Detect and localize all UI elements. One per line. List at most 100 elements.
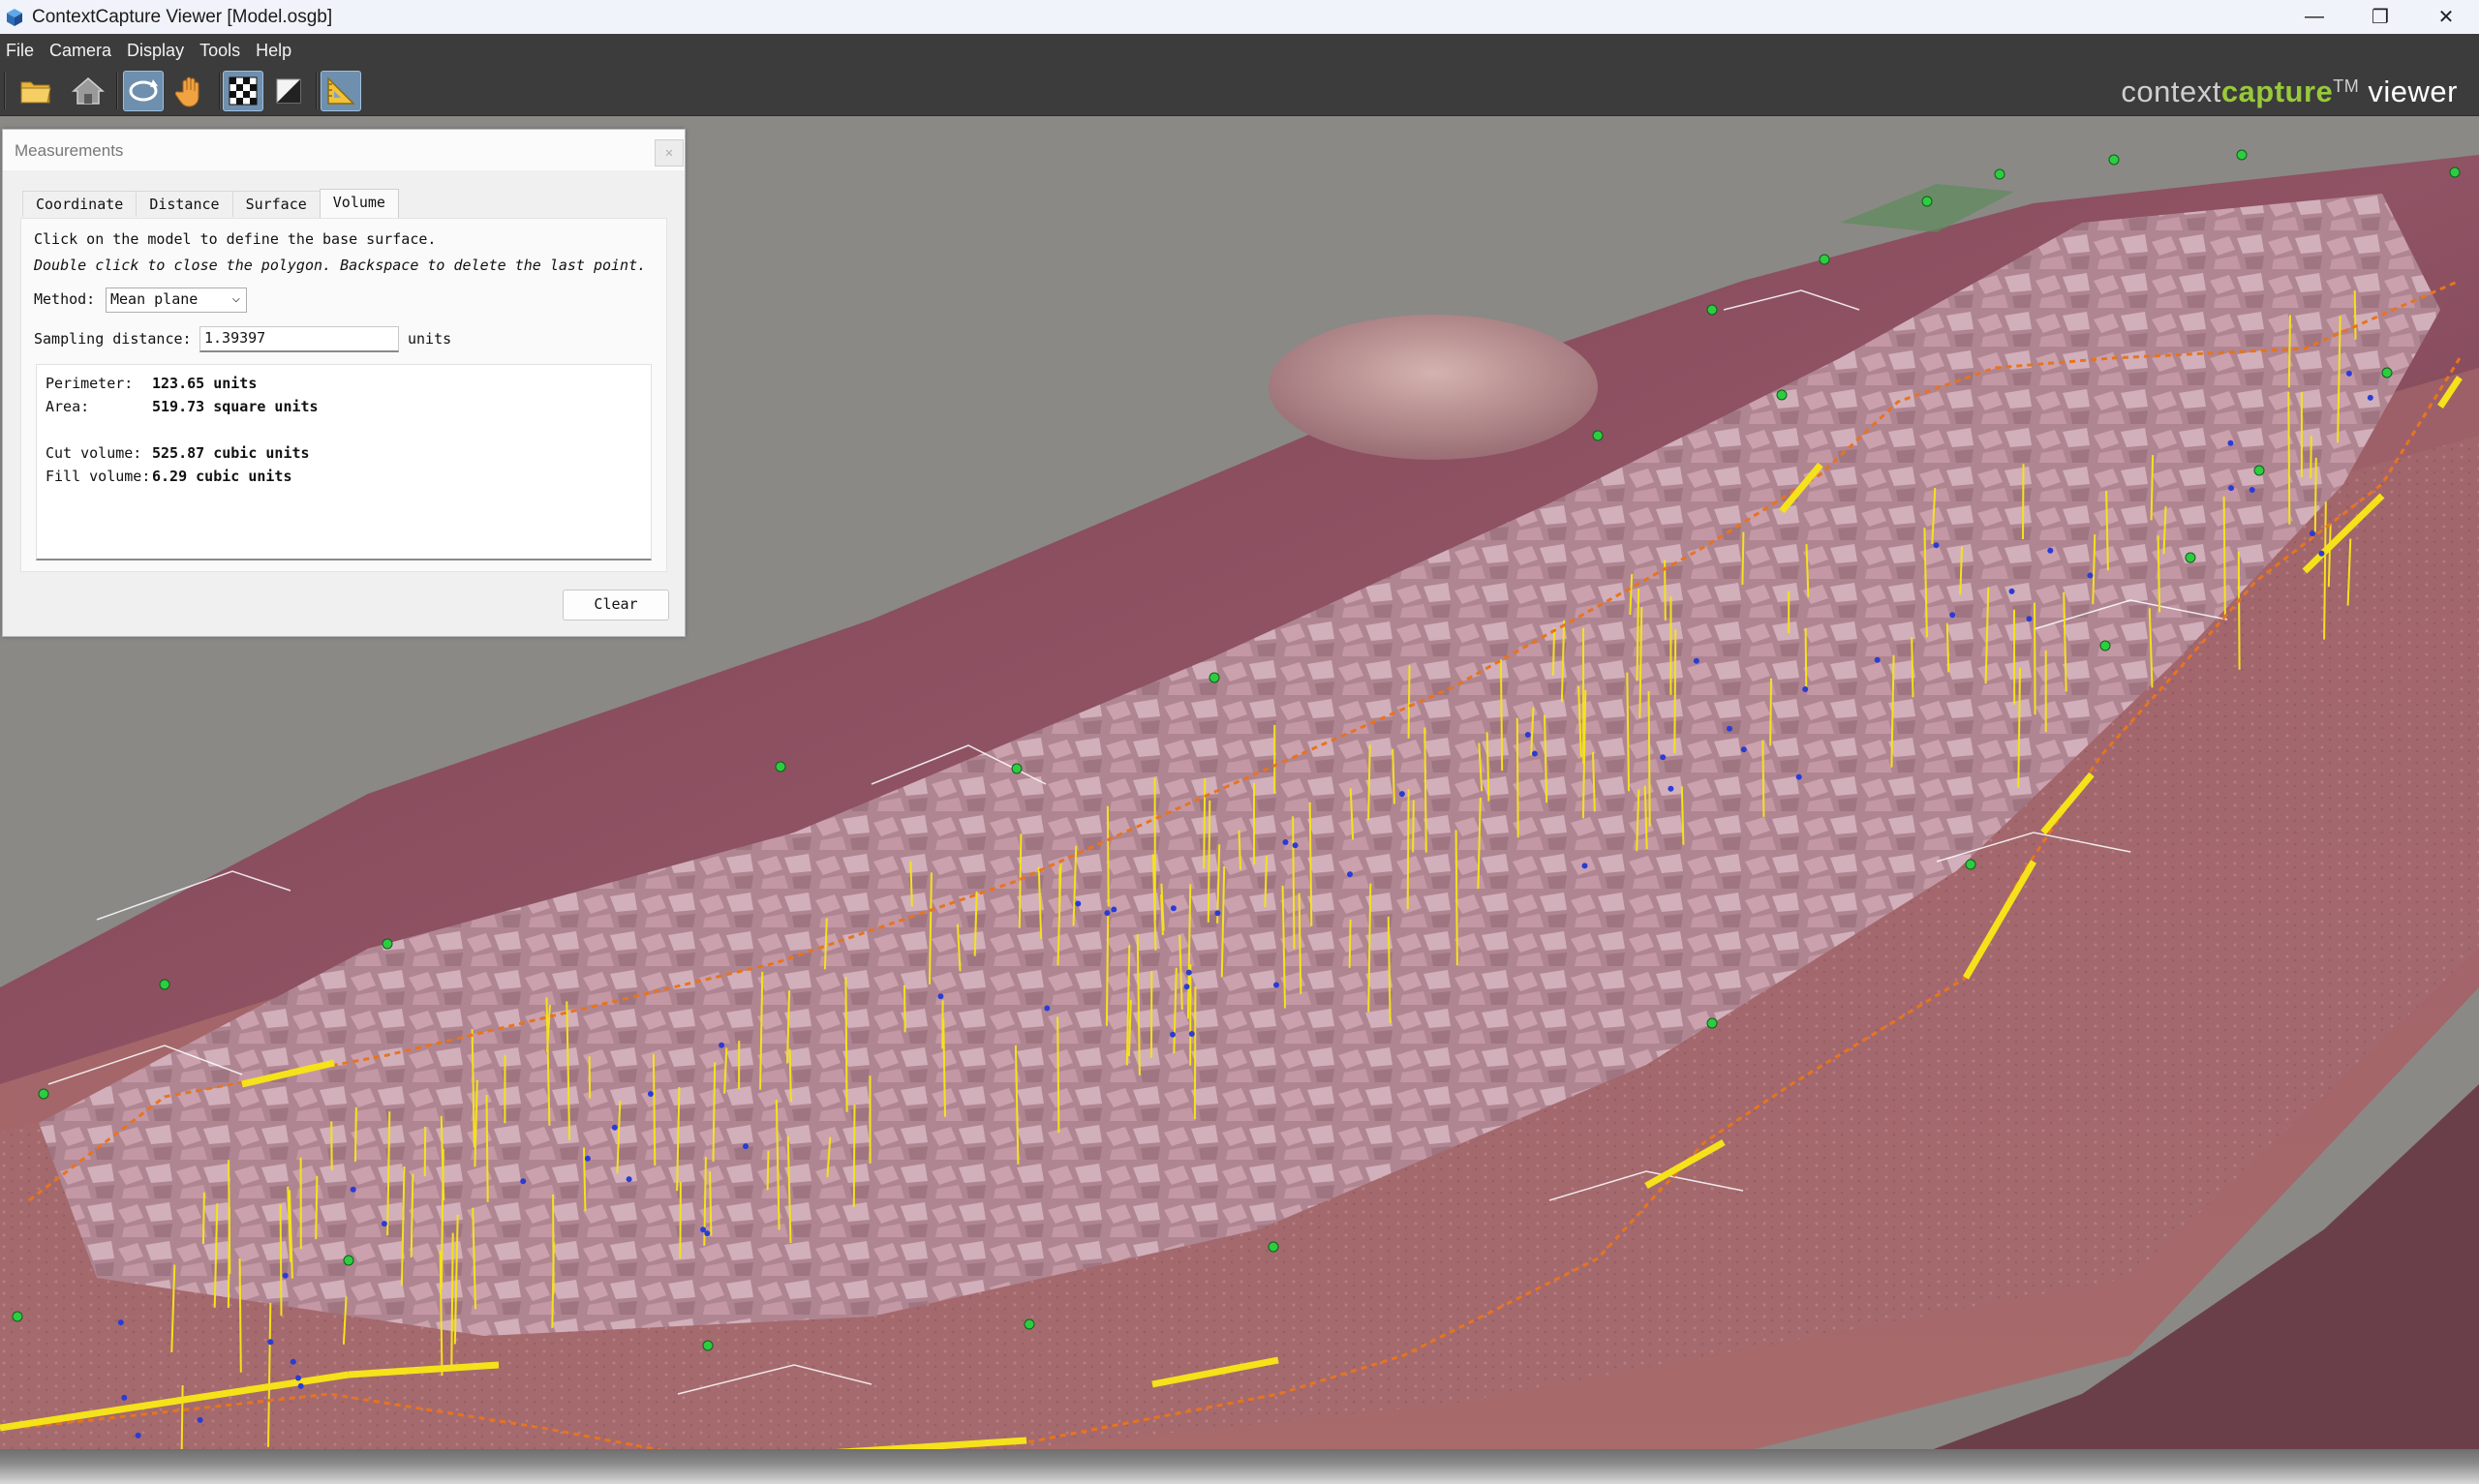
toolbar-grip <box>4 73 6 109</box>
cut-line <box>588 1056 592 1099</box>
cut-volume-row: Cut volume: 525.87 cubic units <box>46 444 310 462</box>
fill-volume-row: Fill volume: 6.29 cubic units <box>46 468 292 485</box>
sample-point <box>1668 785 1674 792</box>
cut-line <box>2353 290 2357 340</box>
measure-ruler-icon <box>327 76 355 105</box>
polygon-vertex <box>1776 389 1788 401</box>
sampling-distance-input[interactable]: 1.39397 <box>199 326 399 352</box>
minimize-button[interactable]: — <box>2281 0 2347 34</box>
sample-point <box>743 1143 749 1150</box>
open-button[interactable] <box>15 71 56 111</box>
sample-point <box>121 1394 128 1401</box>
polygon-vertex <box>1268 1241 1279 1253</box>
cut-line <box>1769 678 1772 746</box>
polygon-vertex <box>1024 1318 1035 1330</box>
rock-mound <box>1269 315 1598 460</box>
sample-point <box>295 1375 301 1381</box>
sample-point <box>1183 984 1190 990</box>
cut-line <box>1292 816 1296 950</box>
menu-file[interactable]: File <box>0 34 42 67</box>
sample-point <box>2367 394 2373 401</box>
sample-point <box>1214 910 1221 917</box>
cut-volume-value: 525.87 cubic units <box>152 444 310 462</box>
fill-volume-label: Fill volume: <box>46 468 151 485</box>
toolbar-separator <box>316 73 318 109</box>
clear-button[interactable]: Clear <box>563 590 669 621</box>
pan-button[interactable] <box>170 71 211 111</box>
menu-display[interactable]: Display <box>119 34 192 67</box>
menu-help[interactable]: Help <box>248 34 299 67</box>
method-select[interactable]: Mean plane ⌵ <box>106 288 247 313</box>
texture-toggle-button[interactable] <box>223 71 263 111</box>
cut-line <box>652 1053 657 1166</box>
toolbar-separator <box>219 73 221 109</box>
restore-button[interactable]: ❐ <box>2347 0 2413 34</box>
polygon-vertex <box>1994 168 2005 180</box>
cut-line <box>1412 800 1415 853</box>
sample-point <box>350 1186 356 1193</box>
polygon-vertex <box>343 1255 354 1266</box>
sample-point <box>297 1382 304 1389</box>
sample-point <box>290 1358 296 1365</box>
perimeter-label: Perimeter: <box>46 375 134 392</box>
chevron-down-icon: ⌵ <box>231 290 240 306</box>
polygon-vertex <box>382 938 393 950</box>
sample-point <box>1740 746 1747 753</box>
tab-volume[interactable]: Volume <box>319 189 399 218</box>
cut-line <box>852 1105 856 1208</box>
cut-line <box>709 1171 713 1236</box>
menu-camera[interactable]: Camera <box>42 34 119 67</box>
close-window-button[interactable]: ✕ <box>2413 0 2479 34</box>
lighting-button[interactable] <box>268 71 309 111</box>
panel-title: Measurements <box>3 130 685 170</box>
measurement-tabs: Coordinate Distance Surface Volume <box>22 189 399 218</box>
perimeter-row: Perimeter: 123.65 units <box>46 375 257 392</box>
sample-point <box>1111 906 1117 913</box>
measurements-button[interactable] <box>321 71 361 111</box>
cut-line <box>1911 637 1914 698</box>
orbit-button[interactable] <box>123 71 164 111</box>
cut-line <box>1407 665 1411 739</box>
polygon-vertex <box>2236 149 2248 161</box>
cut-line <box>450 1232 454 1368</box>
cut-line <box>1056 1016 1060 1134</box>
polygon-vertex <box>1209 672 1220 683</box>
cut-line <box>903 984 906 1033</box>
cut-line <box>1193 985 1197 1120</box>
polygon-vertex <box>1921 196 1933 207</box>
menu-tools[interactable]: Tools <box>192 34 248 67</box>
toolbar: contextcaptureTM viewer <box>0 67 2479 116</box>
polygon-vertex <box>2381 367 2393 379</box>
sample-point <box>1292 842 1299 849</box>
sample-point <box>1273 982 1279 988</box>
cut-line <box>583 1147 587 1212</box>
sample-point <box>381 1221 387 1227</box>
sample-point <box>1531 750 1538 757</box>
cut-line <box>2237 551 2241 670</box>
cut-line <box>1741 531 1745 586</box>
cut-line <box>2287 391 2291 525</box>
brand-viewer: viewer <box>2359 75 2458 108</box>
cut-line <box>1106 805 1110 907</box>
cut-line <box>279 1204 283 1317</box>
cut-line <box>2022 464 2025 540</box>
status-strip <box>0 1449 2479 1484</box>
tab-distance[interactable]: Distance <box>136 191 233 217</box>
sample-point <box>520 1178 527 1185</box>
home-button[interactable] <box>68 71 108 111</box>
sample-point <box>719 1042 725 1048</box>
perimeter-value: 123.65 units <box>152 375 258 392</box>
sample-point <box>1044 1005 1051 1012</box>
sample-point <box>2228 485 2234 492</box>
polygon-vertex <box>159 979 170 990</box>
sample-point <box>937 993 944 1000</box>
cut-line <box>788 1048 792 1103</box>
panel-close-button[interactable]: ✕ <box>655 139 684 167</box>
polygon-vertex <box>1965 859 1976 870</box>
cut-line <box>315 1175 319 1240</box>
light-icon <box>276 78 301 104</box>
tab-coordinate[interactable]: Coordinate <box>22 191 138 217</box>
method-value: Mean plane <box>110 290 199 308</box>
tab-surface[interactable]: Surface <box>231 191 321 217</box>
instruction-line-2: Double click to close the polygon. Backs… <box>34 257 647 274</box>
